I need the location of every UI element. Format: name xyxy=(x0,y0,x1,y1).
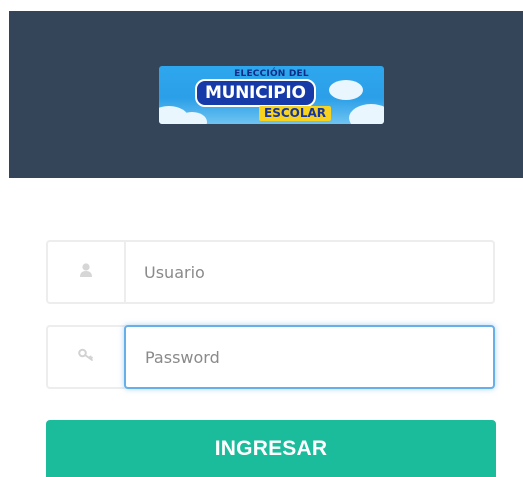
header-banner: ELECCIÓN DEL MUNICIPIO ESCOLAR xyxy=(9,11,523,178)
username-addon xyxy=(48,242,126,302)
username-field xyxy=(46,240,495,304)
username-input[interactable] xyxy=(126,242,493,302)
password-addon xyxy=(48,327,126,387)
key-icon xyxy=(78,348,94,367)
logo-text-line2: MUNICIPIO xyxy=(195,79,316,107)
logo-text-line3: ESCOLAR xyxy=(259,106,332,121)
password-field xyxy=(46,325,495,389)
logo-text-line1: ELECCIÓN DEL xyxy=(234,69,309,79)
logo: ELECCIÓN DEL MUNICIPIO ESCOLAR xyxy=(159,66,384,124)
user-icon xyxy=(79,262,93,283)
password-input[interactable] xyxy=(124,325,495,389)
login-button[interactable]: INGRESAR xyxy=(46,420,496,477)
